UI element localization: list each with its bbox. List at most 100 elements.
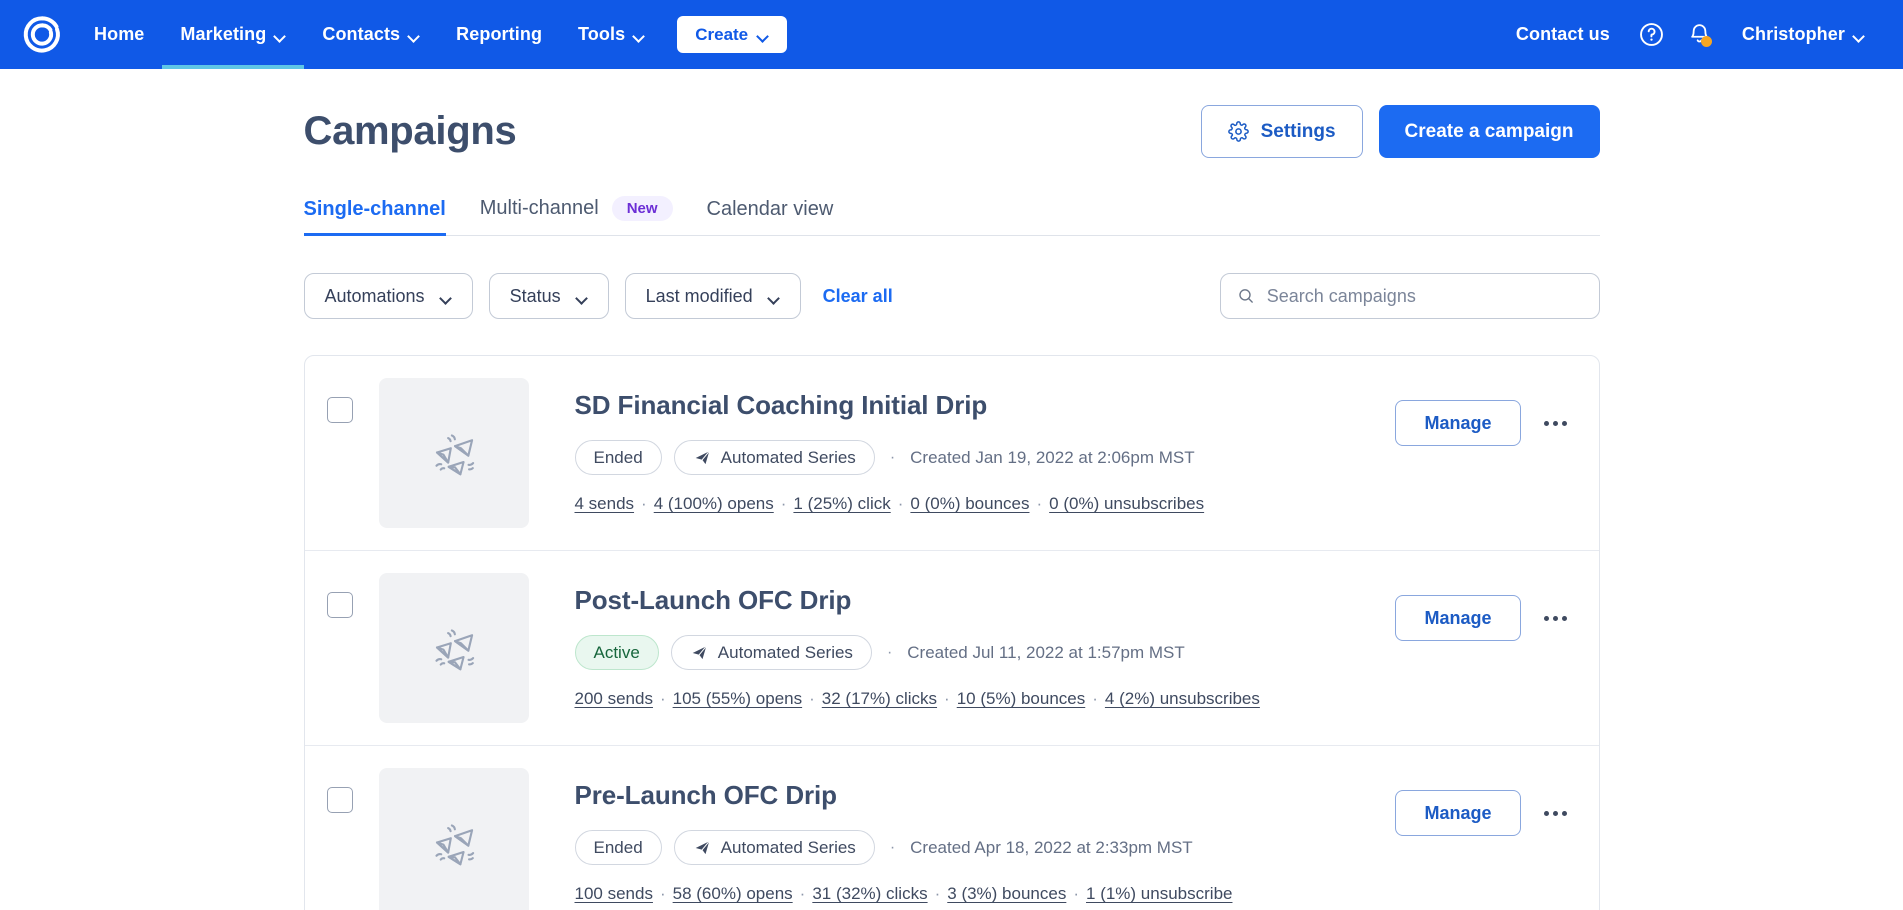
chevron-down-icon <box>758 32 769 39</box>
campaign-stat[interactable]: 100 sends <box>575 884 653 903</box>
top-navigation-bar: Home Marketing Contacts Reporting Tools … <box>0 0 1903 69</box>
stat-separator: · <box>898 494 904 513</box>
campaign-stat[interactable]: 3 (3%) bounces <box>947 884 1066 903</box>
campaign-stat[interactable]: 31 (32%) clicks <box>812 884 927 903</box>
campaign-stat[interactable]: 4 (100%) opens <box>654 494 774 513</box>
manage-button[interactable]: Manage <box>1395 400 1520 446</box>
contact-us-link[interactable]: Contact us <box>1498 24 1628 45</box>
nav-item-label: Reporting <box>456 24 542 45</box>
manage-button[interactable]: Manage <box>1395 595 1520 641</box>
nav-item-tools[interactable]: Tools <box>560 0 663 69</box>
tab-single-channel[interactable]: Single-channel <box>304 198 446 235</box>
gear-icon <box>1228 121 1249 142</box>
filter-automations[interactable]: Automations <box>304 273 473 319</box>
nav-item-label: Contacts <box>322 24 400 45</box>
campaign-stat[interactable]: 58 (60%) opens <box>673 884 793 903</box>
nav-item-home[interactable]: Home <box>76 0 162 69</box>
campaign-type-badge: Automated Series <box>674 830 875 865</box>
campaign-stat[interactable]: 0 (0%) bounces <box>910 494 1029 513</box>
page-header-row: Campaigns Settings Create a campaign <box>304 69 1600 158</box>
campaign-stat[interactable]: 10 (5%) bounces <box>957 689 1086 708</box>
campaign-meta: Ended Automated Series · Created Apr 18,… <box>575 830 1376 865</box>
campaign-stat[interactable]: 4 (2%) unsubscribes <box>1105 689 1260 708</box>
nav-left-group: Home Marketing Contacts Reporting Tools … <box>0 0 787 69</box>
campaign-row-actions: Manage <box>1395 768 1572 836</box>
campaign-stat[interactable]: 1 (25%) click <box>793 494 890 513</box>
campaign-name[interactable]: Pre-Launch OFC Drip <box>575 780 1376 811</box>
campaign-stats: 100 sends · 58 (60%) opens · 31 (32%) clicks… <box>575 884 1376 904</box>
campaign-type-badge: Automated Series <box>674 440 875 475</box>
notification-indicator-dot <box>1701 36 1712 47</box>
filter-last-modified[interactable]: Last modified <box>625 273 801 319</box>
stat-separator: · <box>781 494 787 513</box>
campaign-details: SD Financial Coaching Initial Drip Ended… <box>575 378 1376 514</box>
campaign-stats: 4 sends · 4 (100%) opens · 1 (25%) click · 0 (… <box>575 494 1376 514</box>
paper-plane-icon <box>693 448 712 467</box>
status-badge: Active <box>575 635 659 670</box>
stat-separator: · <box>1036 494 1042 513</box>
campaign-row[interactable]: Post-Launch OFC Drip Active Automated Se… <box>305 551 1599 746</box>
filter-label: Automations <box>325 286 425 307</box>
campaign-stat[interactable]: 105 (55%) opens <box>673 689 802 708</box>
meta-separator: · <box>890 449 895 467</box>
campaign-row-checkbox[interactable] <box>327 397 353 423</box>
campaign-created-date: Created Jan 19, 2022 at 2:06pm MST <box>910 448 1194 468</box>
paper-planes-icon <box>420 809 488 877</box>
paper-planes-icon <box>420 419 488 487</box>
campaign-stat[interactable]: 1 (1%) unsubscribe <box>1086 884 1232 903</box>
paper-plane-icon <box>693 838 712 857</box>
create-campaign-button[interactable]: Create a campaign <box>1379 105 1600 158</box>
paper-planes-icon <box>420 614 488 682</box>
campaign-row-checkbox[interactable] <box>327 592 353 618</box>
chevron-down-icon <box>769 294 780 301</box>
status-badge: Ended <box>575 440 662 475</box>
clear-all-link[interactable]: Clear all <box>823 286 893 307</box>
campaign-name[interactable]: Post-Launch OFC Drip <box>575 585 1376 616</box>
help-button[interactable] <box>1628 11 1676 59</box>
page-title: Campaigns <box>304 109 517 154</box>
tab-calendar-view[interactable]: Calendar view <box>707 198 834 235</box>
stat-separator: · <box>800 884 806 903</box>
campaign-row-actions: Manage <box>1395 573 1572 641</box>
filter-status[interactable]: Status <box>489 273 609 319</box>
campaign-stat[interactable]: 0 (0%) unsubscribes <box>1049 494 1204 513</box>
tab-bar: Single-channel Multi-channel New Calenda… <box>304 196 1600 236</box>
nav-item-reporting[interactable]: Reporting <box>438 0 560 69</box>
create-button[interactable]: Create <box>677 16 787 53</box>
campaign-type-badge: Automated Series <box>671 635 872 670</box>
campaign-stats: 200 sends · 105 (55%) opens · 32 (17%) click… <box>575 689 1376 709</box>
stat-separator: · <box>1073 884 1079 903</box>
new-badge: New <box>612 196 673 221</box>
status-badge: Ended <box>575 830 662 865</box>
chevron-down-icon <box>409 32 420 39</box>
settings-button[interactable]: Settings <box>1201 105 1363 158</box>
campaign-name[interactable]: SD Financial Coaching Initial Drip <box>575 390 1376 421</box>
search-campaigns-field[interactable] <box>1220 273 1600 319</box>
tab-label: Calendar view <box>707 198 834 221</box>
meta-separator: · <box>890 839 895 857</box>
chevron-down-icon <box>441 294 452 301</box>
campaign-row[interactable]: SD Financial Coaching Initial Drip Ended… <box>305 356 1599 551</box>
nav-item-contacts[interactable]: Contacts <box>304 0 438 69</box>
account-menu[interactable]: Christopher <box>1724 24 1883 45</box>
campaign-row[interactable]: Pre-Launch OFC Drip Ended Automated Seri… <box>305 746 1599 910</box>
more-horizontal-icon[interactable] <box>1539 796 1573 830</box>
stat-separator: · <box>944 689 950 708</box>
account-label: Christopher <box>1742 24 1845 45</box>
nav-item-label: Tools <box>578 24 625 45</box>
constant-contact-logo-icon[interactable] <box>0 0 76 69</box>
campaign-stat[interactable]: 32 (17%) clicks <box>822 689 937 708</box>
campaign-stat[interactable]: 4 sends <box>575 494 635 513</box>
manage-button[interactable]: Manage <box>1395 790 1520 836</box>
more-horizontal-icon[interactable] <box>1539 406 1573 440</box>
campaign-stat[interactable]: 200 sends <box>575 689 653 708</box>
campaign-row-checkbox[interactable] <box>327 787 353 813</box>
search-input[interactable] <box>1267 286 1583 307</box>
more-horizontal-icon[interactable] <box>1539 601 1573 635</box>
nav-item-marketing[interactable]: Marketing <box>162 0 304 69</box>
meta-separator: · <box>887 644 892 662</box>
notifications-button[interactable] <box>1676 11 1724 59</box>
tab-multi-channel[interactable]: Multi-channel New <box>480 196 673 235</box>
stat-separator: · <box>809 689 815 708</box>
nav-item-label: Home <box>94 24 144 45</box>
